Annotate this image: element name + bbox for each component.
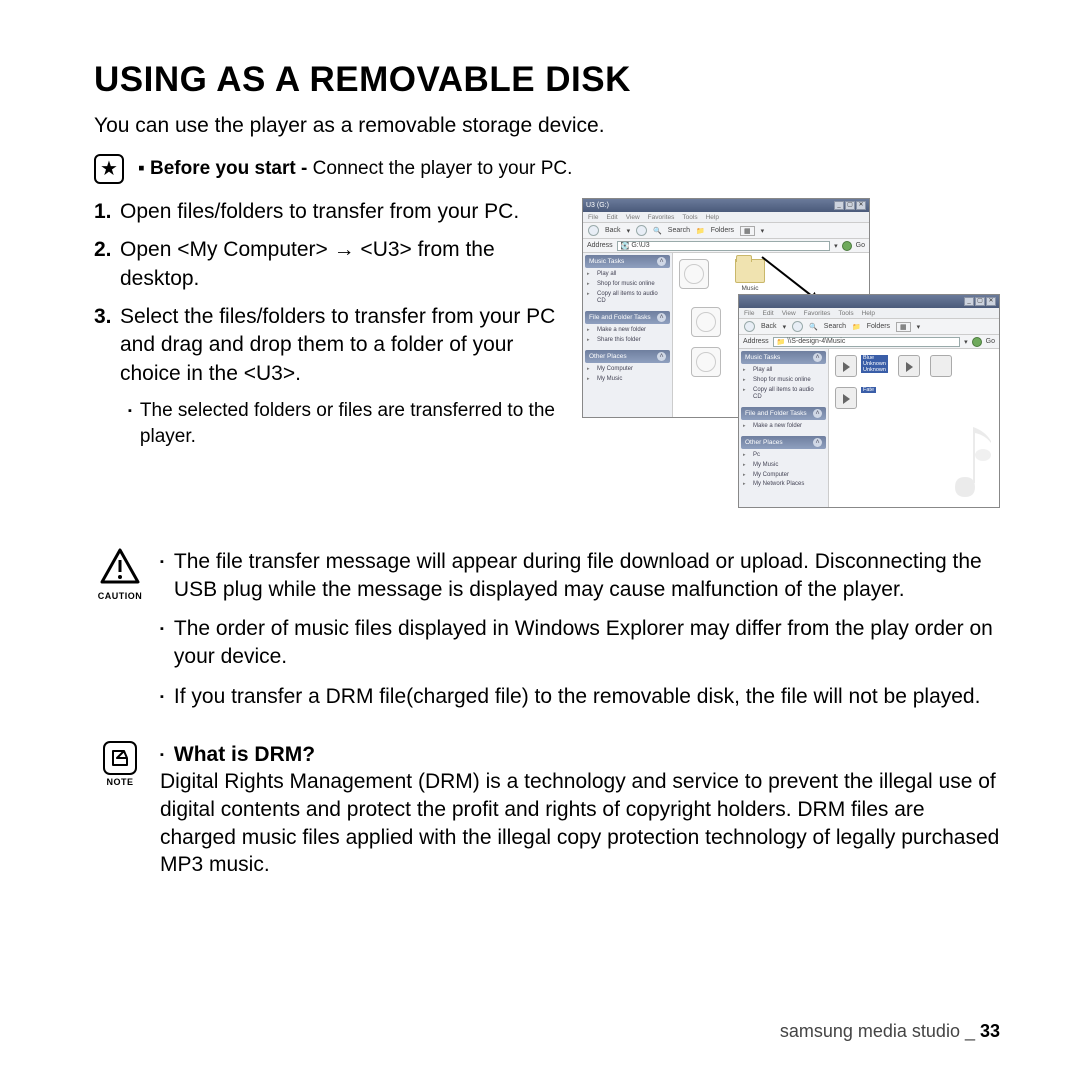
forward-icon <box>636 225 647 236</box>
forward-icon <box>792 321 803 332</box>
window-music: _ ▢ ✕ FileEditViewFavoritesToolsHelp Bac… <box>738 294 1000 508</box>
steps-list: 1.Open files/folders to transfer from yo… <box>94 198 564 518</box>
step-1: Open files/folders to transfer from your… <box>120 198 519 226</box>
caution-label: CAUTION <box>94 591 146 601</box>
before-rest: Connect the player to your PC. <box>313 158 573 179</box>
disk-icon: 💽 <box>621 242 630 250</box>
selected-file-2: Fate <box>861 387 876 393</box>
back-icon <box>744 321 755 332</box>
close-icon: ✕ <box>856 201 866 210</box>
u3-drive-icon <box>679 259 709 289</box>
caution-item-2: The order of music files displayed in Wi… <box>174 615 1000 670</box>
search-icon: 🔍 <box>809 323 818 331</box>
intro-text: You can use the player as a removable st… <box>94 114 1000 138</box>
folder-label: Music <box>735 285 765 292</box>
note-body-text: Digital Rights Management (DRM) is a tec… <box>160 768 1000 879</box>
win-a-addressbar: Address 💽 G:\U3 ▾ Go <box>583 239 869 253</box>
caution-item-3: If you transfer a DRM file(charged file)… <box>174 683 981 711</box>
step-2: Open <My Computer> → <U3> from the deskt… <box>120 236 564 293</box>
folders-icon: 📁 <box>852 323 861 331</box>
chevron-up-icon: ˄ <box>813 438 822 447</box>
caution-list: The file transfer message will appear du… <box>160 548 1000 723</box>
audio-thumb-icon <box>898 355 920 377</box>
win-b-sidebar: Music Tasks˄ Play all Shop for music onl… <box>739 349 829 507</box>
before-start-row: ★ ▪ Before you start - Connect the playe… <box>94 154 1000 184</box>
audio-thumb-icon <box>930 355 952 377</box>
audio-thumb-icon <box>835 387 857 409</box>
selected-file-1: Blue Unknown Unknown <box>861 355 888 373</box>
search-icon: 🔍 <box>653 227 662 235</box>
before-start-text: ▪ Before you start - Connect the player … <box>138 158 572 180</box>
explorer-figure: U3 (G:) _ ▢ ✕ FileEditViewFavoritesTools… <box>582 198 1000 518</box>
close-icon: ✕ <box>986 297 996 306</box>
page-title: USING AS A REMOVABLE DISK <box>94 60 1000 100</box>
step-3: Select the files/folders to transfer fro… <box>120 303 564 388</box>
win-a-toolbar: Back ▾ 🔍Search 📁Folders ▦▾ <box>583 223 869 239</box>
folder-icon: 📁 <box>777 338 786 346</box>
chevron-up-icon: ˄ <box>813 409 822 418</box>
page-footer: samsung media studio _ 33 <box>780 1021 1000 1042</box>
win-a-title: U3 (G:) <box>586 202 609 209</box>
note-label: NOTE <box>94 777 146 787</box>
minimize-icon: _ <box>964 297 974 306</box>
win-b-menubar: FileEditViewFavoritesToolsHelp <box>739 308 999 319</box>
maximize-icon: ▢ <box>975 297 985 306</box>
go-icon <box>842 241 852 251</box>
chevron-up-icon: ˄ <box>657 313 666 322</box>
folder-icon <box>735 259 765 283</box>
chevron-up-icon: ˄ <box>657 352 666 361</box>
chevron-up-icon: ˄ <box>657 257 666 266</box>
page-number: 33 <box>980 1021 1000 1041</box>
media-thumb-icon <box>691 307 721 337</box>
note-heading: What is DRM? <box>174 741 315 769</box>
star-icon: ★ <box>94 154 124 184</box>
note-icon <box>103 741 137 775</box>
win-a-menubar: FileEditViewFavoritesToolsHelp <box>583 212 869 223</box>
maximize-icon: ▢ <box>845 201 855 210</box>
back-icon <box>588 225 599 236</box>
media-thumb-icon <box>691 347 721 377</box>
before-bold: Before you start - <box>150 158 313 179</box>
win-b-toolbar: Back ▾ 🔍Search 📁Folders ▦▾ <box>739 319 999 335</box>
caution-icon <box>100 548 140 584</box>
minimize-icon: _ <box>834 201 844 210</box>
win-a-sidebar: Music Tasks˄ Play all Shop for music onl… <box>583 253 673 417</box>
step-sub: The selected folders or files are transf… <box>140 398 564 449</box>
folders-icon: 📁 <box>696 227 705 235</box>
win-b-addressbar: Address 📁 \\S-design-4\Music ▾ Go <box>739 335 999 349</box>
go-icon <box>972 337 982 347</box>
music-note-icon <box>935 417 995 503</box>
win-b-content: Blue Unknown Unknown Fate <box>829 349 999 507</box>
audio-thumb-icon <box>835 355 857 377</box>
caution-item-1: The file transfer message will appear du… <box>174 548 1000 603</box>
chevron-up-icon: ˄ <box>813 353 822 362</box>
